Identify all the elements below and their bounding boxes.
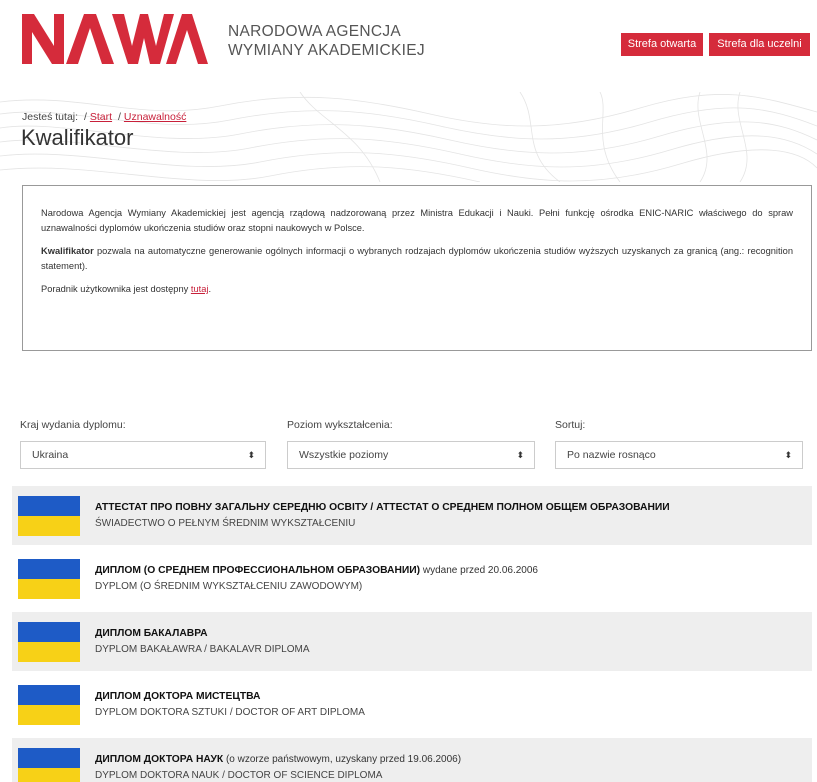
diploma-subtitle: ŚWIADECTWO O PEŁNYM ŚREDNIM WYKSZTAŁCENI… (95, 518, 356, 529)
select-arrows-icon: ⬍ (247, 450, 255, 460)
diploma-title: ДИПЛОМ БАКАЛАВРА (95, 628, 208, 639)
diploma-title-note: (o wzorze państwowym, uzyskany przed 19.… (223, 754, 462, 765)
agency-name-line2: WYMIANY AKADEMICKIEJ (228, 42, 425, 59)
info-paragraph-2: Kwalifikator pozwala na automatyczne gen… (41, 244, 793, 273)
info-paragraph-2-text: pozwala na automatyczne generowanie ogól… (41, 246, 793, 271)
sort-filter-label: Sortuj: (555, 419, 586, 431)
university-zone-button[interactable]: Strefa dla uczelni (709, 33, 810, 56)
nawa-logo[interactable] (20, 8, 210, 66)
country-select[interactable]: Ukraina ⬍ (20, 441, 266, 469)
diploma-subtitle: DYPLOM BAKAŁAWRA / BAKALAVR DIPLOMA (95, 644, 310, 655)
ukraine-flag-icon (18, 496, 80, 536)
page-title: Kwalifikator (21, 125, 134, 150)
diploma-row[interactable]: АТТЕСТАТ ПРО ПОВНУ ЗАГАЛЬНУ СЕРЕДНЮ ОСВІ… (12, 486, 812, 545)
info-box: Narodowa Agencja Wymiany Akademickiej je… (22, 185, 812, 351)
diploma-title: ДИПЛОМ ДОКТОРА НАУК (o wzorze państwowym… (95, 754, 461, 765)
diploma-row[interactable]: ДИПЛОМ (О СРЕДНЕМ ПРОФЕССИОНАЛЬНОМ ОБРАЗ… (12, 549, 812, 608)
breadcrumb-link-recognition[interactable]: Uznawalność (124, 111, 186, 123)
ukraine-flag-icon (18, 559, 80, 599)
diploma-row[interactable]: ДИПЛОМ БАКАЛАВРА DYPLOM BAKAŁAWRA / BAKA… (12, 612, 812, 671)
diploma-subtitle: DYPLOM (O ŚREDNIM WYKSZTAŁCENIU ZAWODOWY… (95, 581, 363, 592)
diploma-title: ДИПЛОМ (О СРЕДНЕМ ПРОФЕССИОНАЛЬНОМ ОБРАЗ… (95, 565, 538, 576)
diploma-title: АТТЕСТАТ ПРО ПОВНУ ЗАГАЛЬНУ СЕРЕДНЮ ОСВІ… (95, 502, 670, 513)
diploma-subtitle: DYPLOM DOKTORA NAUK / DOCTOR OF SCIENCE … (95, 770, 383, 781)
diploma-title-original: АТТЕСТАТ ПРО ПОВНУ ЗАГАЛЬНУ СЕРЕДНЮ ОСВІ… (95, 502, 670, 513)
header: NARODOWA AGENCJA WYMIANY AKADEMICKIEJ St… (0, 0, 817, 90)
sort-select-value: Po nazwie rosnąco (567, 449, 656, 461)
breadcrumb-prefix: Jesteś tutaj: (22, 111, 79, 123)
breadcrumb-separator: / (117, 111, 121, 123)
breadcrumb-link-start[interactable]: Start (90, 111, 112, 123)
diploma-title: ДИПЛОМ ДОКТОРА МИСТЕЦТВА (95, 691, 260, 702)
info-paragraph-1: Narodowa Agencja Wymiany Akademickiej je… (41, 208, 793, 233)
breadcrumb: Jesteś tutaj: / Start / Uznawalność (22, 111, 186, 123)
diploma-title-original: ДИПЛОМ ДОКТОРА МИСТЕЦТВА (95, 691, 261, 702)
country-filter-label: Kraj wydania dyplomu: (20, 419, 126, 431)
ukraine-flag-icon (18, 685, 80, 725)
diploma-title-original: ДИПЛОМ ДОКТОРА НАУК (95, 754, 224, 765)
agency-name: NARODOWA AGENCJA WYMIANY AKADEMICKIEJ (228, 22, 425, 60)
diploma-row[interactable]: ДИПЛОМ ДОКТОРА МИСТЕЦТВА DYPLOM DOKTORA … (12, 675, 812, 734)
diploma-row[interactable]: ДИПЛОМ ДОКТОРА НАУК (o wzorze państwowym… (12, 738, 812, 782)
info-paragraph-3-text: Poradnik użytkownika jest dostępny (41, 284, 191, 294)
user-guide-link[interactable]: tutaj (191, 284, 209, 294)
level-select-value: Wszystkie poziomy (299, 449, 389, 461)
diploma-results-list: АТТЕСТАТ ПРО ПОВНУ ЗАГАЛЬНУ СЕРЕДНЮ ОСВІ… (12, 486, 812, 782)
diploma-title-original: ДИПЛОМ БАКАЛАВРА (95, 628, 208, 639)
sort-select[interactable]: Po nazwie rosnąco ⬍ (555, 441, 803, 469)
info-paragraph-3: Poradnik użytkownika jest dostępny tutaj… (41, 282, 793, 297)
select-arrows-icon: ⬍ (784, 450, 792, 460)
select-arrows-icon: ⬍ (516, 450, 524, 460)
country-select-value: Ukraina (32, 449, 69, 461)
ukraine-flag-icon (18, 748, 80, 782)
breadcrumb-separator: / (83, 111, 87, 123)
level-filter-label: Poziom wykształcenia: (287, 419, 393, 431)
diploma-subtitle: DYPLOM DOKTORA SZTUKI / DOCTOR OF ART DI… (95, 707, 365, 718)
info-bold-term: Kwalifikator (41, 246, 94, 256)
ukraine-flag-icon (18, 622, 80, 662)
level-select[interactable]: Wszystkie poziomy ⬍ (287, 441, 535, 469)
open-zone-button[interactable]: Strefa otwarta (621, 33, 703, 56)
info-paragraph-3-end: . (208, 284, 212, 294)
diploma-title-original: ДИПЛОМ (О СРЕДНЕМ ПРОФЕССИОНАЛЬНОМ ОБРАЗ… (95, 565, 421, 576)
agency-name-line1: NARODOWA AGENCJA (228, 23, 402, 40)
diploma-title-note: wydane przed 20.06.2006 (420, 565, 538, 576)
